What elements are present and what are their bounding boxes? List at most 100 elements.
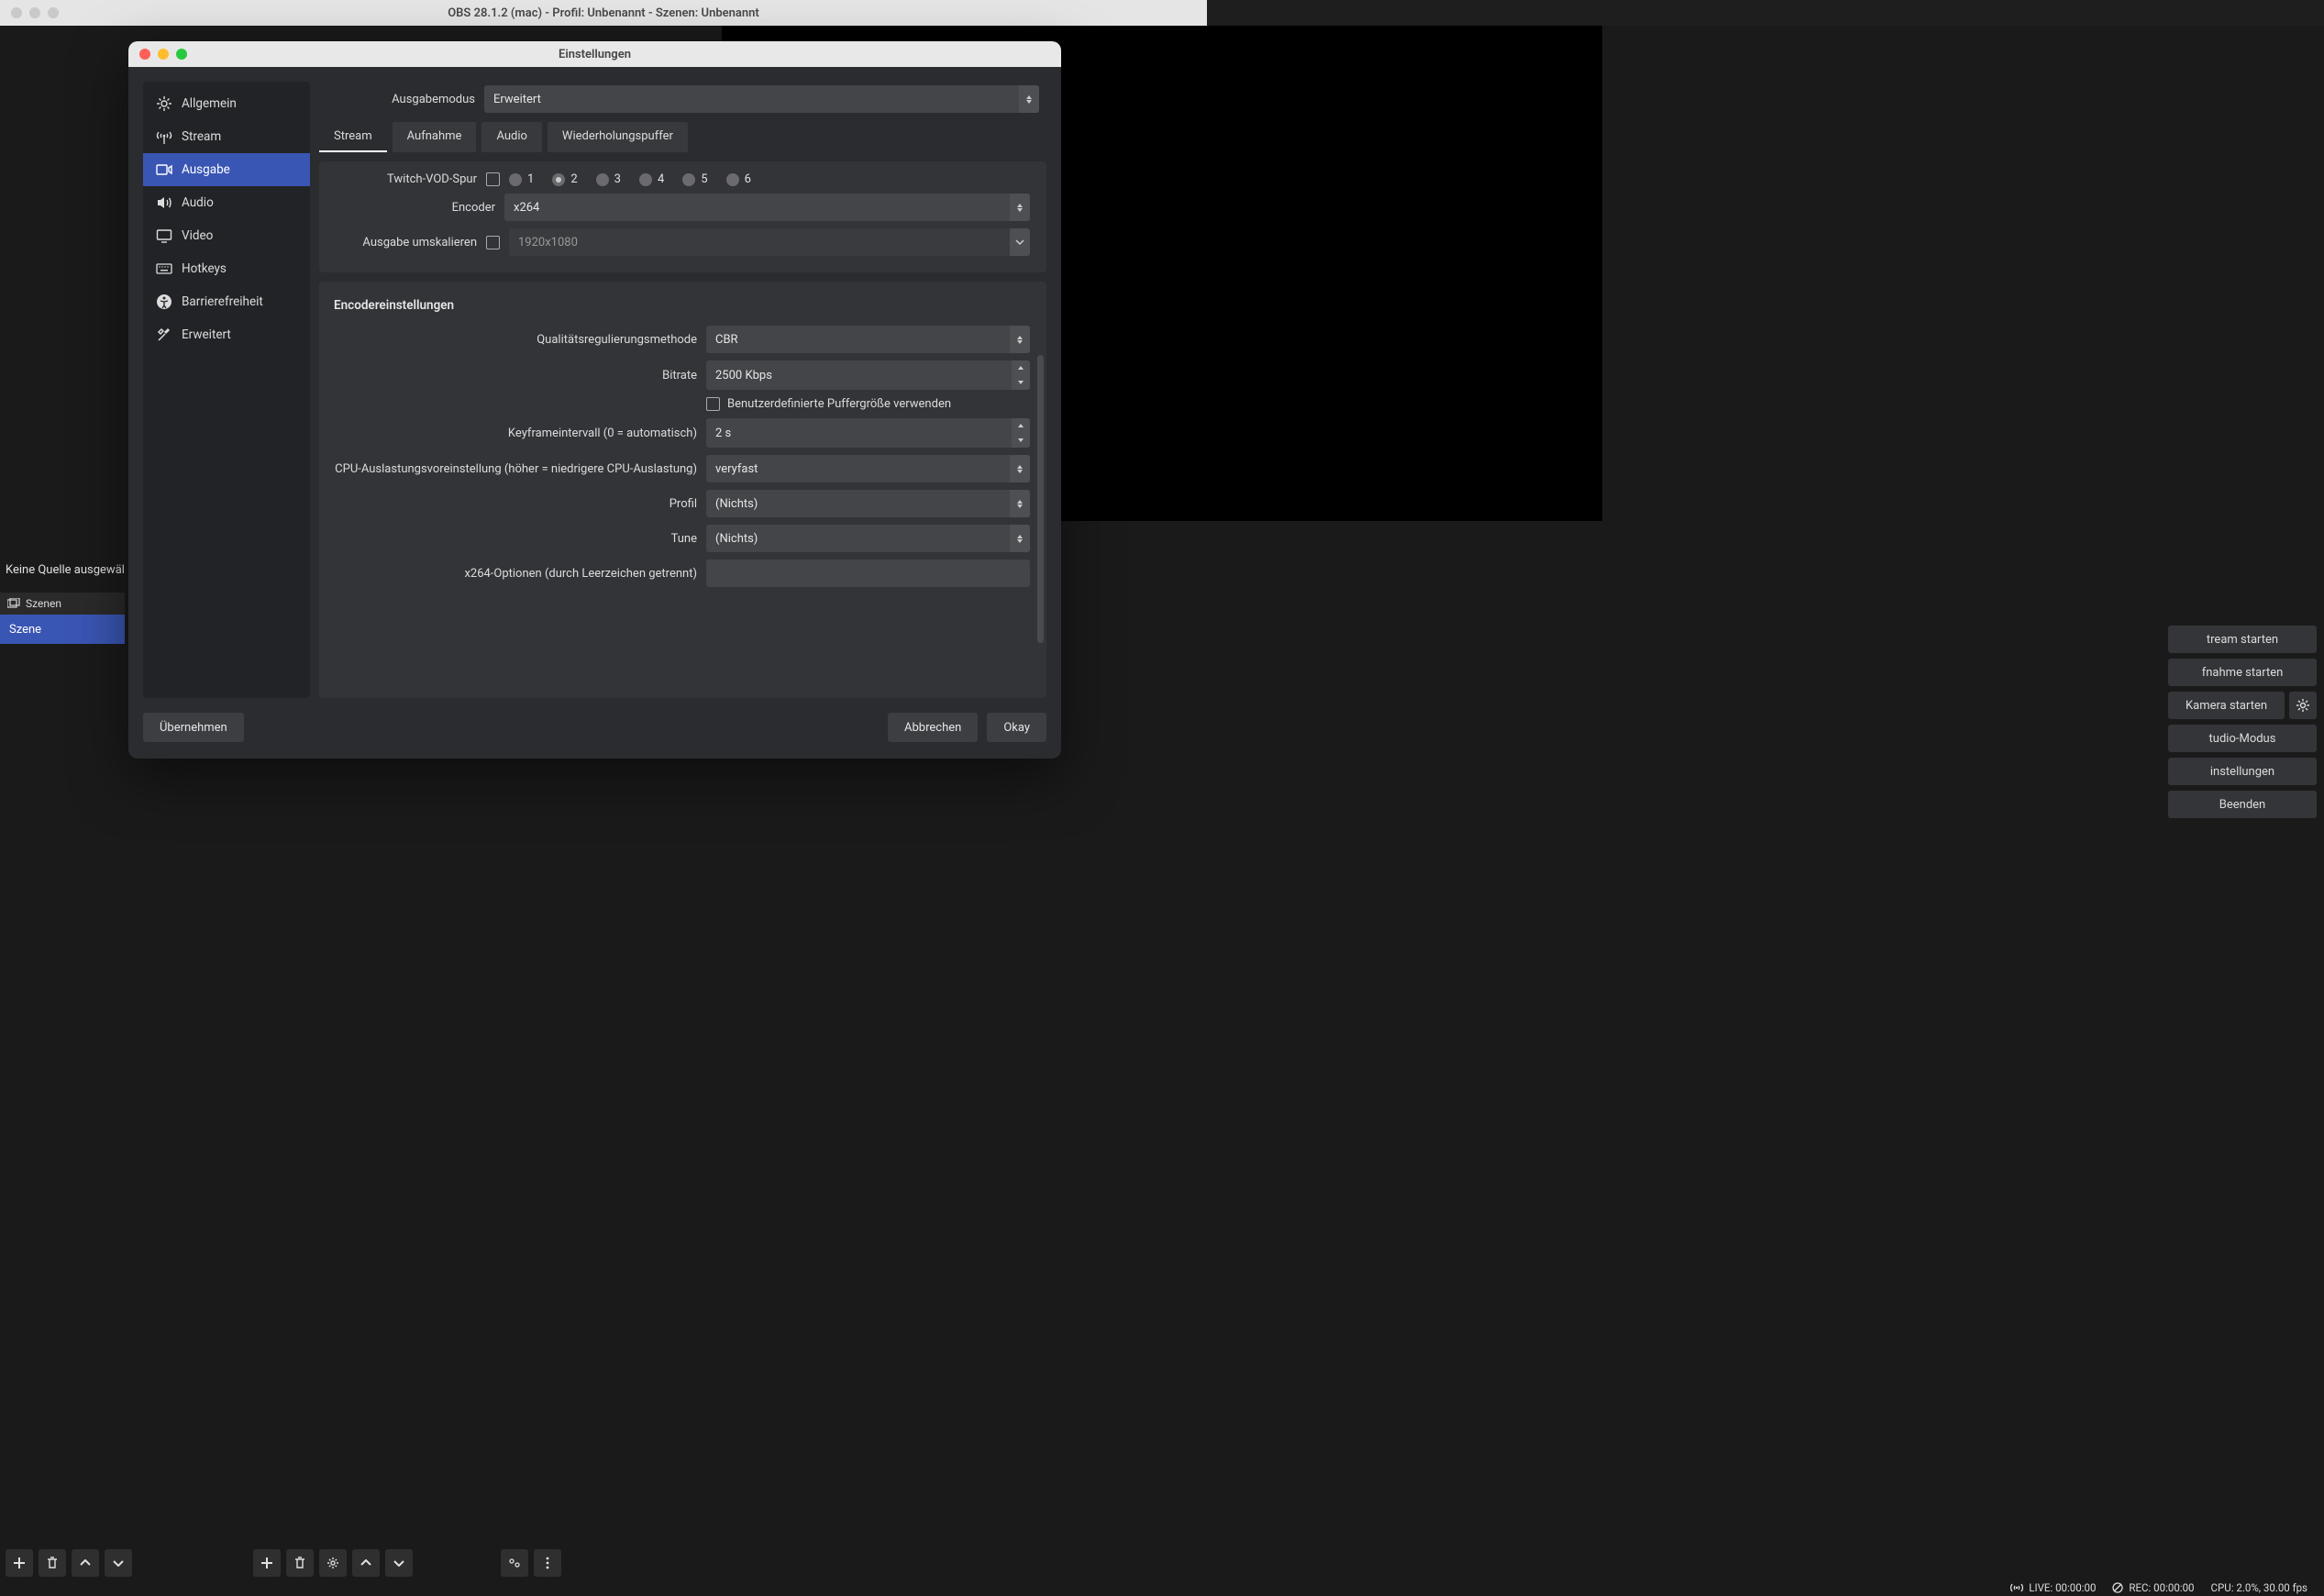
rescale-checkbox[interactable]	[486, 236, 500, 249]
keyframe-field[interactable]: 2 s	[706, 418, 1030, 448]
mixer-menu-button[interactable]	[534, 1549, 561, 1577]
rate-control-select[interactable]: CBR	[706, 326, 1030, 353]
rate-control-label: Qualitätsregulierungsmethode	[330, 333, 697, 347]
step-up[interactable]	[1012, 360, 1030, 375]
custom-buffer-label: Benutzerdefinierte Puffergröße verwenden	[727, 397, 951, 411]
track-label: 1	[527, 172, 534, 186]
settings-button[interactable]: instellungen	[2168, 758, 2317, 785]
tab-label: Audio	[496, 129, 526, 143]
trash-icon	[46, 1557, 59, 1569]
add-scene-button[interactable]	[6, 1549, 33, 1577]
track-6[interactable]: 6	[726, 172, 751, 186]
tab-replay-buffer[interactable]: Wiederholungspuffer	[548, 122, 688, 152]
sidebar-item-general[interactable]: Allgemein	[143, 87, 310, 120]
step-down[interactable]	[1012, 433, 1030, 448]
main-window-title: OBS 28.1.2 (mac) - Profil: Unbenannt - S…	[0, 6, 1207, 20]
sidebar-item-accessibility[interactable]: Barrierefreiheit	[143, 285, 310, 318]
custom-buffer-checkbox[interactable]	[706, 397, 720, 411]
output-mode-select[interactable]: Erweitert	[484, 85, 1039, 113]
scene-down-button[interactable]	[105, 1549, 132, 1577]
tune-row: Tune (Nichts)	[330, 525, 1030, 552]
bitrate-field[interactable]: 2500 Kbps	[706, 360, 1030, 390]
tab-recording[interactable]: Aufnahme	[393, 122, 477, 152]
start-stream-button[interactable]: tream starten	[2168, 626, 2317, 653]
tab-audio[interactable]: Audio	[481, 122, 541, 152]
sidebar-item-video[interactable]: Video	[143, 219, 310, 252]
start-camera-button[interactable]: Kamera starten	[2168, 692, 2285, 719]
bitrate-value: 2500 Kbps	[715, 369, 772, 382]
sidebar-item-output[interactable]: Ausgabe	[143, 153, 310, 186]
start-camera-label: Kamera starten	[2186, 699, 2267, 713]
track-3[interactable]: 3	[596, 172, 621, 186]
scenes-panel-header: Szenen	[0, 593, 125, 615]
settings-button-label: instellungen	[2210, 765, 2274, 779]
settings-body: Allgemein Stream Ausgabe Audio Video Hot…	[128, 67, 1061, 713]
radio-icon	[509, 173, 522, 186]
sidebar-item-stream[interactable]: Stream	[143, 120, 310, 153]
status-live-text: LIVE: 00:00:00	[2029, 1581, 2096, 1594]
ok-button[interactable]: Okay	[987, 713, 1046, 742]
apply-button[interactable]: Übernehmen	[143, 713, 244, 742]
sidebar-item-label: Ausgabe	[182, 162, 230, 177]
tune-select[interactable]: (Nichts)	[706, 525, 1030, 552]
cpu-preset-select[interactable]: veryfast	[706, 455, 1030, 482]
scenes-header-label: Szenen	[26, 597, 61, 610]
source-up-button[interactable]	[352, 1549, 380, 1577]
status-bar: LIVE: 00:00:00 REC: 00:00:00 CPU: 2.0%, …	[0, 1579, 2324, 1596]
bitrate-label: Bitrate	[330, 369, 697, 382]
studio-mode-button[interactable]: tudio-Modus	[2168, 725, 2317, 752]
scenes-icon	[7, 598, 20, 609]
step-down[interactable]	[1012, 375, 1030, 390]
scene-up-button[interactable]	[72, 1549, 99, 1577]
tab-stream[interactable]: Stream	[319, 122, 387, 152]
track-1[interactable]: 1	[509, 172, 534, 186]
profile-value: (Nichts)	[715, 497, 758, 511]
track-2[interactable]: 2	[552, 172, 577, 186]
encoder-value: x264	[514, 201, 539, 215]
gear-icon	[156, 95, 172, 112]
encoder-select[interactable]: x264	[504, 194, 1030, 221]
settings-footer: Übernehmen Abbrechen Okay	[128, 713, 1061, 759]
add-source-button[interactable]	[253, 1549, 281, 1577]
rate-control-value: CBR	[715, 333, 738, 347]
record-off-icon	[2112, 1582, 2123, 1593]
cancel-button[interactable]: Abbrechen	[888, 713, 978, 742]
quit-button[interactable]: Beenden	[2168, 791, 2317, 818]
profile-select[interactable]: (Nichts)	[706, 490, 1030, 517]
step-up[interactable]	[1012, 418, 1030, 433]
accessibility-icon	[156, 294, 172, 310]
encoder-row: Encoder x264	[330, 194, 1030, 221]
remove-scene-button[interactable]	[39, 1549, 66, 1577]
twitch-vod-checkbox[interactable]	[486, 172, 500, 186]
scene-list-item[interactable]: Szene	[0, 615, 125, 644]
start-recording-button[interactable]: fnahme starten	[2168, 659, 2317, 686]
rescale-value: 1920x1080	[518, 236, 578, 249]
x264-opts-input[interactable]	[706, 560, 1030, 587]
chevron-updown-icon	[1010, 194, 1030, 221]
stepper-icon	[1012, 418, 1030, 448]
track-4[interactable]: 4	[639, 172, 664, 186]
settings-dialog: Einstellungen Allgemein Stream Ausgabe A…	[128, 41, 1061, 759]
quit-button-label: Beenden	[2219, 798, 2265, 812]
sidebar-item-hotkeys[interactable]: Hotkeys	[143, 252, 310, 285]
sidebar-item-label: Video	[182, 228, 213, 243]
sidebar-item-audio[interactable]: Audio	[143, 186, 310, 219]
scenes-toolbar	[0, 1546, 138, 1579]
rescale-select[interactable]: 1920x1080	[509, 228, 1030, 256]
rescale-row: Ausgabe umskalieren 1920x1080	[330, 228, 1030, 256]
output-mode-row: Ausgabemodus Erweitert	[319, 82, 1046, 113]
mixer-settings-button[interactable]	[501, 1549, 528, 1577]
source-down-button[interactable]	[385, 1549, 413, 1577]
track-5[interactable]: 5	[682, 172, 707, 186]
start-stream-label: tream starten	[2207, 633, 2278, 647]
scrollbar[interactable]	[1037, 355, 1044, 643]
sidebar-item-advanced[interactable]: Erweitert	[143, 318, 310, 351]
studio-mode-label: tudio-Modus	[2209, 732, 2276, 746]
track-label: 2	[570, 172, 577, 186]
apply-label: Übernehmen	[160, 721, 227, 735]
source-properties-button[interactable]	[319, 1549, 347, 1577]
remove-source-button[interactable]	[286, 1549, 314, 1577]
ok-label: Okay	[1003, 721, 1030, 735]
camera-settings-button[interactable]	[2289, 692, 2317, 719]
cpu-preset-row: CPU-Auslastungsvoreinstellung (höher = n…	[330, 455, 1030, 482]
